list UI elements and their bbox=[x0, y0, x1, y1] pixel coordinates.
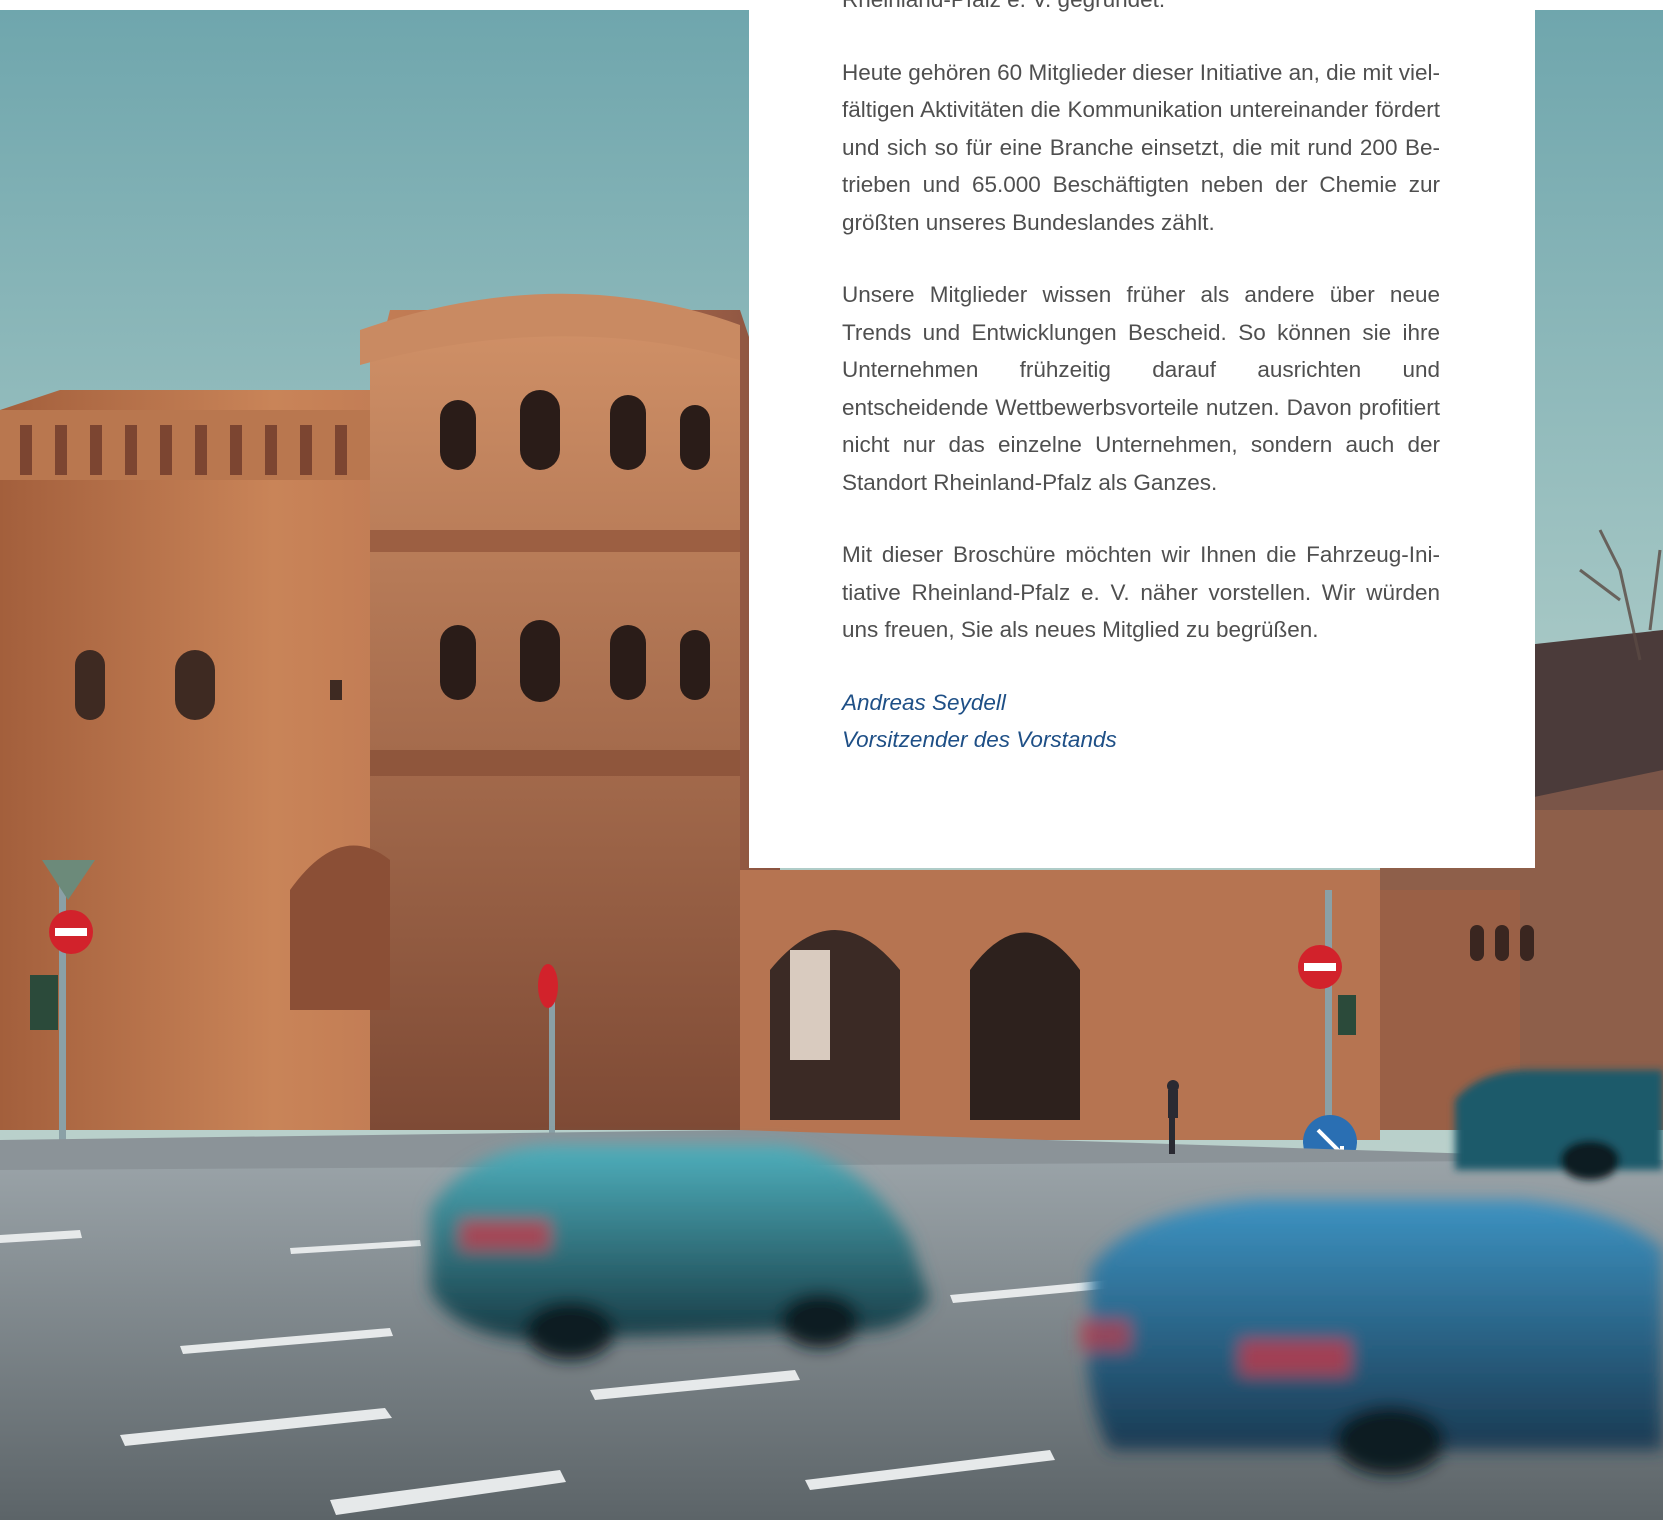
signature-role: Vorsitzender des Vorstands bbox=[842, 727, 1117, 752]
signature-block: Andreas Seydell Vorsitzender des Vorstan… bbox=[842, 684, 1440, 759]
paragraph-benefits: Unsere Mitglieder wissen früher als ande… bbox=[842, 282, 1440, 495]
paragraph-intro-end: Rheinland-Pfalz e. V. gegründet. bbox=[842, 0, 1440, 19]
signature-name: Andreas Seydell bbox=[842, 689, 1006, 715]
paragraph-members: Heute gehören 60 Mitglieder dieser Initi… bbox=[842, 59, 1440, 235]
page: Rheinland-Pfalz e. V. gegründet. Heute g… bbox=[0, 0, 1663, 1530]
paragraph-brochure: Mit dieser Broschüre möchten wir Ihnen d… bbox=[842, 542, 1440, 642]
letter-card: Rheinland-Pfalz e. V. gegründet. Heute g… bbox=[749, 0, 1535, 868]
